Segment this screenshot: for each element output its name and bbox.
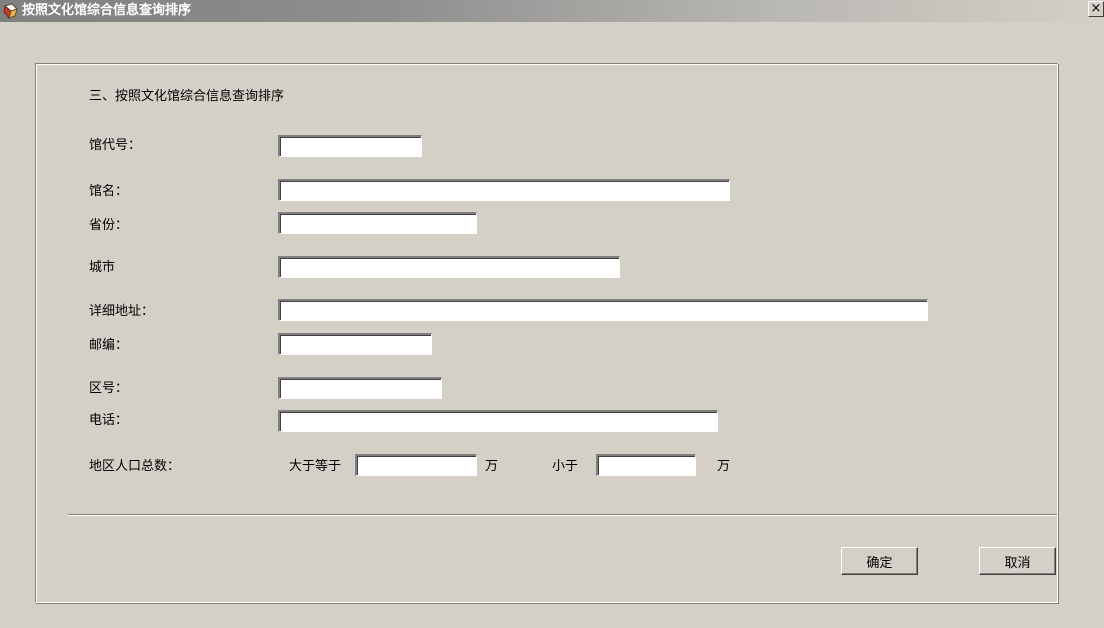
window-title: 按照文化馆综合信息查询排序 bbox=[22, 3, 192, 18]
area-code-input[interactable] bbox=[278, 377, 442, 399]
phone-label: 电话： bbox=[89, 413, 129, 428]
address-input[interactable] bbox=[278, 299, 928, 321]
ok-button[interactable]: 确定 bbox=[841, 547, 918, 575]
form-heading: 三、按照文化馆综合信息查询排序 bbox=[89, 89, 285, 104]
city-input[interactable] bbox=[278, 256, 620, 278]
population-max-input[interactable] bbox=[596, 454, 696, 476]
close-button[interactable]: × bbox=[1088, 1, 1104, 17]
address-label: 详细地址： bbox=[89, 304, 155, 319]
city-label: 城市 bbox=[89, 260, 116, 275]
title-bar[interactable]: 按照文化馆综合信息查询排序 × bbox=[0, 0, 1104, 22]
population-unit-1: 万 bbox=[485, 459, 499, 474]
population-min-input[interactable] bbox=[355, 454, 477, 476]
area-code-label: 区号： bbox=[89, 381, 129, 396]
app-icon bbox=[3, 3, 19, 20]
population-label: 地区人口总数： bbox=[89, 459, 181, 474]
separator-line bbox=[68, 514, 1057, 516]
close-icon: × bbox=[1090, 1, 1102, 16]
province-label: 省份： bbox=[89, 218, 129, 233]
dialog-window: 按照文化馆综合信息查询排序 × 三、按照文化馆综合信息查询排序 馆代号： 馆名：… bbox=[0, 0, 1104, 628]
hall-code-label: 馆代号： bbox=[89, 138, 142, 153]
form-panel bbox=[35, 63, 1058, 603]
hall-name-input[interactable] bbox=[278, 179, 730, 201]
population-unit-2: 万 bbox=[717, 459, 731, 474]
postcode-label: 邮编： bbox=[89, 338, 129, 353]
cancel-button[interactable]: 取消 bbox=[979, 547, 1056, 575]
population-lt-label: 小于 bbox=[552, 459, 579, 474]
province-input[interactable] bbox=[278, 212, 477, 234]
population-gte-label: 大于等于 bbox=[289, 459, 342, 474]
hall-name-label: 馆名： bbox=[89, 184, 129, 199]
hall-code-input[interactable] bbox=[278, 135, 422, 157]
postcode-input[interactable] bbox=[278, 333, 432, 355]
phone-input[interactable] bbox=[278, 410, 718, 432]
